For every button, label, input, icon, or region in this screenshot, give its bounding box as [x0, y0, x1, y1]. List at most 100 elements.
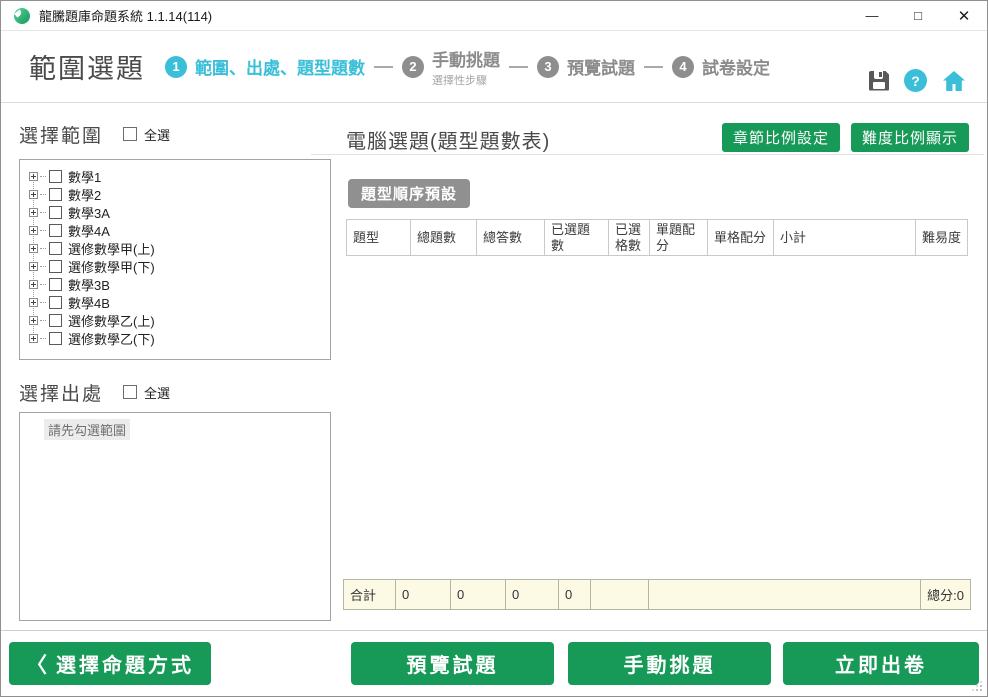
range-section-title: 選擇範圍 [19, 121, 103, 148]
tree-item-checkbox[interactable] [49, 224, 62, 237]
table-header-cell: 已選格數 [609, 220, 650, 255]
source-select-all[interactable]: 全選 [123, 383, 170, 402]
expand-plus-icon[interactable] [29, 226, 38, 235]
tree-item-label: 選修數學甲(上) [68, 239, 155, 258]
tree-item-label: 選修數學乙(上) [68, 311, 155, 330]
type-order-button[interactable]: 題型順序預設 [348, 179, 470, 208]
step-connector [374, 66, 393, 68]
total-cell: 0 [505, 579, 559, 610]
question-type-table: 題型 總題數 總答數 已選題數 已選格數 單題配分 單格配分 小計 難易度 [346, 219, 968, 256]
tree-connector [40, 212, 46, 213]
step-connector [509, 66, 528, 68]
app-logo-icon [14, 8, 30, 24]
tree-connector [40, 266, 46, 267]
tree-item[interactable]: 數學4A [20, 221, 330, 239]
source-hint: 請先勾選範圍 [44, 419, 130, 440]
table-header-cell: 難易度 [916, 220, 967, 255]
tree-connector [40, 176, 46, 177]
tree-item[interactable]: 數學1 [20, 167, 330, 185]
tree-item[interactable]: 選修數學乙(下) [20, 329, 330, 347]
panel-divider [311, 154, 984, 155]
expand-plus-icon[interactable] [29, 280, 38, 289]
home-icon[interactable] [942, 70, 966, 92]
window-title: 龍騰題庫命題系統 1.1.14(114) [39, 6, 212, 25]
maximize-button[interactable]: □ [895, 1, 941, 30]
expand-plus-icon[interactable] [29, 172, 38, 181]
tree-item-label: 數學3A [68, 203, 110, 222]
source-section-head: 選擇出處 全選 [19, 379, 331, 405]
expand-plus-icon[interactable] [29, 316, 38, 325]
table-header-cell: 總答數 [477, 220, 545, 255]
back-button-label: 選擇命題方式 [56, 649, 194, 678]
tree-connector [40, 230, 46, 231]
step-4-circle: 4 [672, 56, 694, 78]
step-1-circle: 1 [165, 56, 187, 78]
step-2-sublabel: 選擇性步驟 [432, 72, 487, 88]
window-controls: — □ ✕ [849, 1, 987, 30]
tree-item[interactable]: 數學3B [20, 275, 330, 293]
range-select-all[interactable]: 全選 [123, 125, 170, 144]
range-select-all-label: 全選 [144, 125, 170, 144]
app-window: 龍騰題庫命題系統 1.1.14(114) — □ ✕ 範圍選題 1 範圍、出處、… [0, 0, 988, 697]
tree-connector [40, 302, 46, 303]
table-header-row: 題型 總題數 總答數 已選題數 已選格數 單題配分 單格配分 小計 難易度 [346, 219, 968, 256]
expand-plus-icon[interactable] [29, 190, 38, 199]
expand-plus-icon[interactable] [29, 262, 38, 271]
tree-item[interactable]: 數學4B [20, 293, 330, 311]
total-cell: 0 [395, 579, 451, 610]
difficulty-ratio-button[interactable]: 難度比例顯示 [851, 123, 969, 152]
source-select-all-checkbox[interactable] [123, 385, 137, 399]
main-panel: 電腦選題(題型題數表) 章節比例設定 難度比例顯示 題型順序預設 題型 總題數 … [346, 121, 971, 154]
total-cell: 0 [558, 579, 591, 610]
tree-item-checkbox[interactable] [49, 314, 62, 327]
tree-item-checkbox[interactable] [49, 242, 62, 255]
chapter-ratio-button[interactable]: 章節比例設定 [722, 123, 840, 152]
save-icon[interactable] [869, 71, 889, 91]
tree-item-checkbox[interactable] [49, 278, 62, 291]
ratio-buttons: 章節比例設定 難度比例顯示 [722, 123, 969, 152]
tree-item[interactable]: 選修數學甲(下) [20, 257, 330, 275]
table-header-cell: 已選題數 [545, 220, 609, 255]
tree-item-checkbox[interactable] [49, 296, 62, 309]
total-cell: 總分:0 [920, 579, 971, 610]
tree-item-checkbox[interactable] [49, 260, 62, 273]
tree-item[interactable]: 選修數學甲(上) [20, 239, 330, 257]
tree-item[interactable]: 數學3A [20, 203, 330, 221]
table-header-cell: 小計 [774, 220, 916, 255]
range-select-all-checkbox[interactable] [123, 127, 137, 141]
tree-item-checkbox[interactable] [49, 170, 62, 183]
total-cell: 0 [450, 579, 506, 610]
expand-plus-icon[interactable] [29, 208, 38, 217]
minimize-button[interactable]: — [849, 1, 895, 30]
expand-plus-icon[interactable] [29, 244, 38, 253]
wizard-steps: 1 範圍、出處、題型題數 2 手動挑題 選擇性步驟 3 預覽試題 4 試卷設定 [165, 46, 770, 88]
resize-grip[interactable] [980, 689, 982, 691]
total-cell [648, 579, 921, 610]
tree-item-checkbox[interactable] [49, 188, 62, 201]
tree-connector [40, 194, 46, 195]
tree-item-label: 選修數學甲(下) [68, 257, 155, 276]
tree-item-checkbox[interactable] [49, 206, 62, 219]
table-header-cell: 單格配分 [708, 220, 774, 255]
title-bar: 龍騰題庫命題系統 1.1.14(114) — □ ✕ [1, 1, 987, 31]
tree-item-label: 數學4B [68, 293, 110, 312]
source-list-box: 請先勾選範圍 [19, 412, 331, 621]
step-connector [644, 66, 663, 68]
back-to-mode-button[interactable]: 〈 選擇命題方式 [9, 642, 211, 685]
tree-item[interactable]: 數學2 [20, 185, 330, 203]
expand-plus-icon[interactable] [29, 298, 38, 307]
help-icon[interactable]: ? [904, 69, 927, 92]
close-button[interactable]: ✕ [941, 1, 987, 30]
manual-pick-button[interactable]: 手動挑題 [568, 642, 771, 685]
generate-exam-button[interactable]: 立即出卷 [783, 642, 979, 685]
tree-item-checkbox[interactable] [49, 332, 62, 345]
tree-item-label: 選修數學乙(下) [68, 329, 155, 348]
range-tree[interactable]: 數學1 數學2 數學3A [19, 159, 331, 360]
tree-connector [40, 320, 46, 321]
expand-plus-icon[interactable] [29, 334, 38, 343]
range-section-head: 選擇範圍 全選 [19, 121, 331, 147]
footer-divider [1, 630, 988, 631]
source-select-all-label: 全選 [144, 383, 170, 402]
tree-item[interactable]: 選修數學乙(上) [20, 311, 330, 329]
preview-questions-button[interactable]: 預覽試題 [351, 642, 554, 685]
